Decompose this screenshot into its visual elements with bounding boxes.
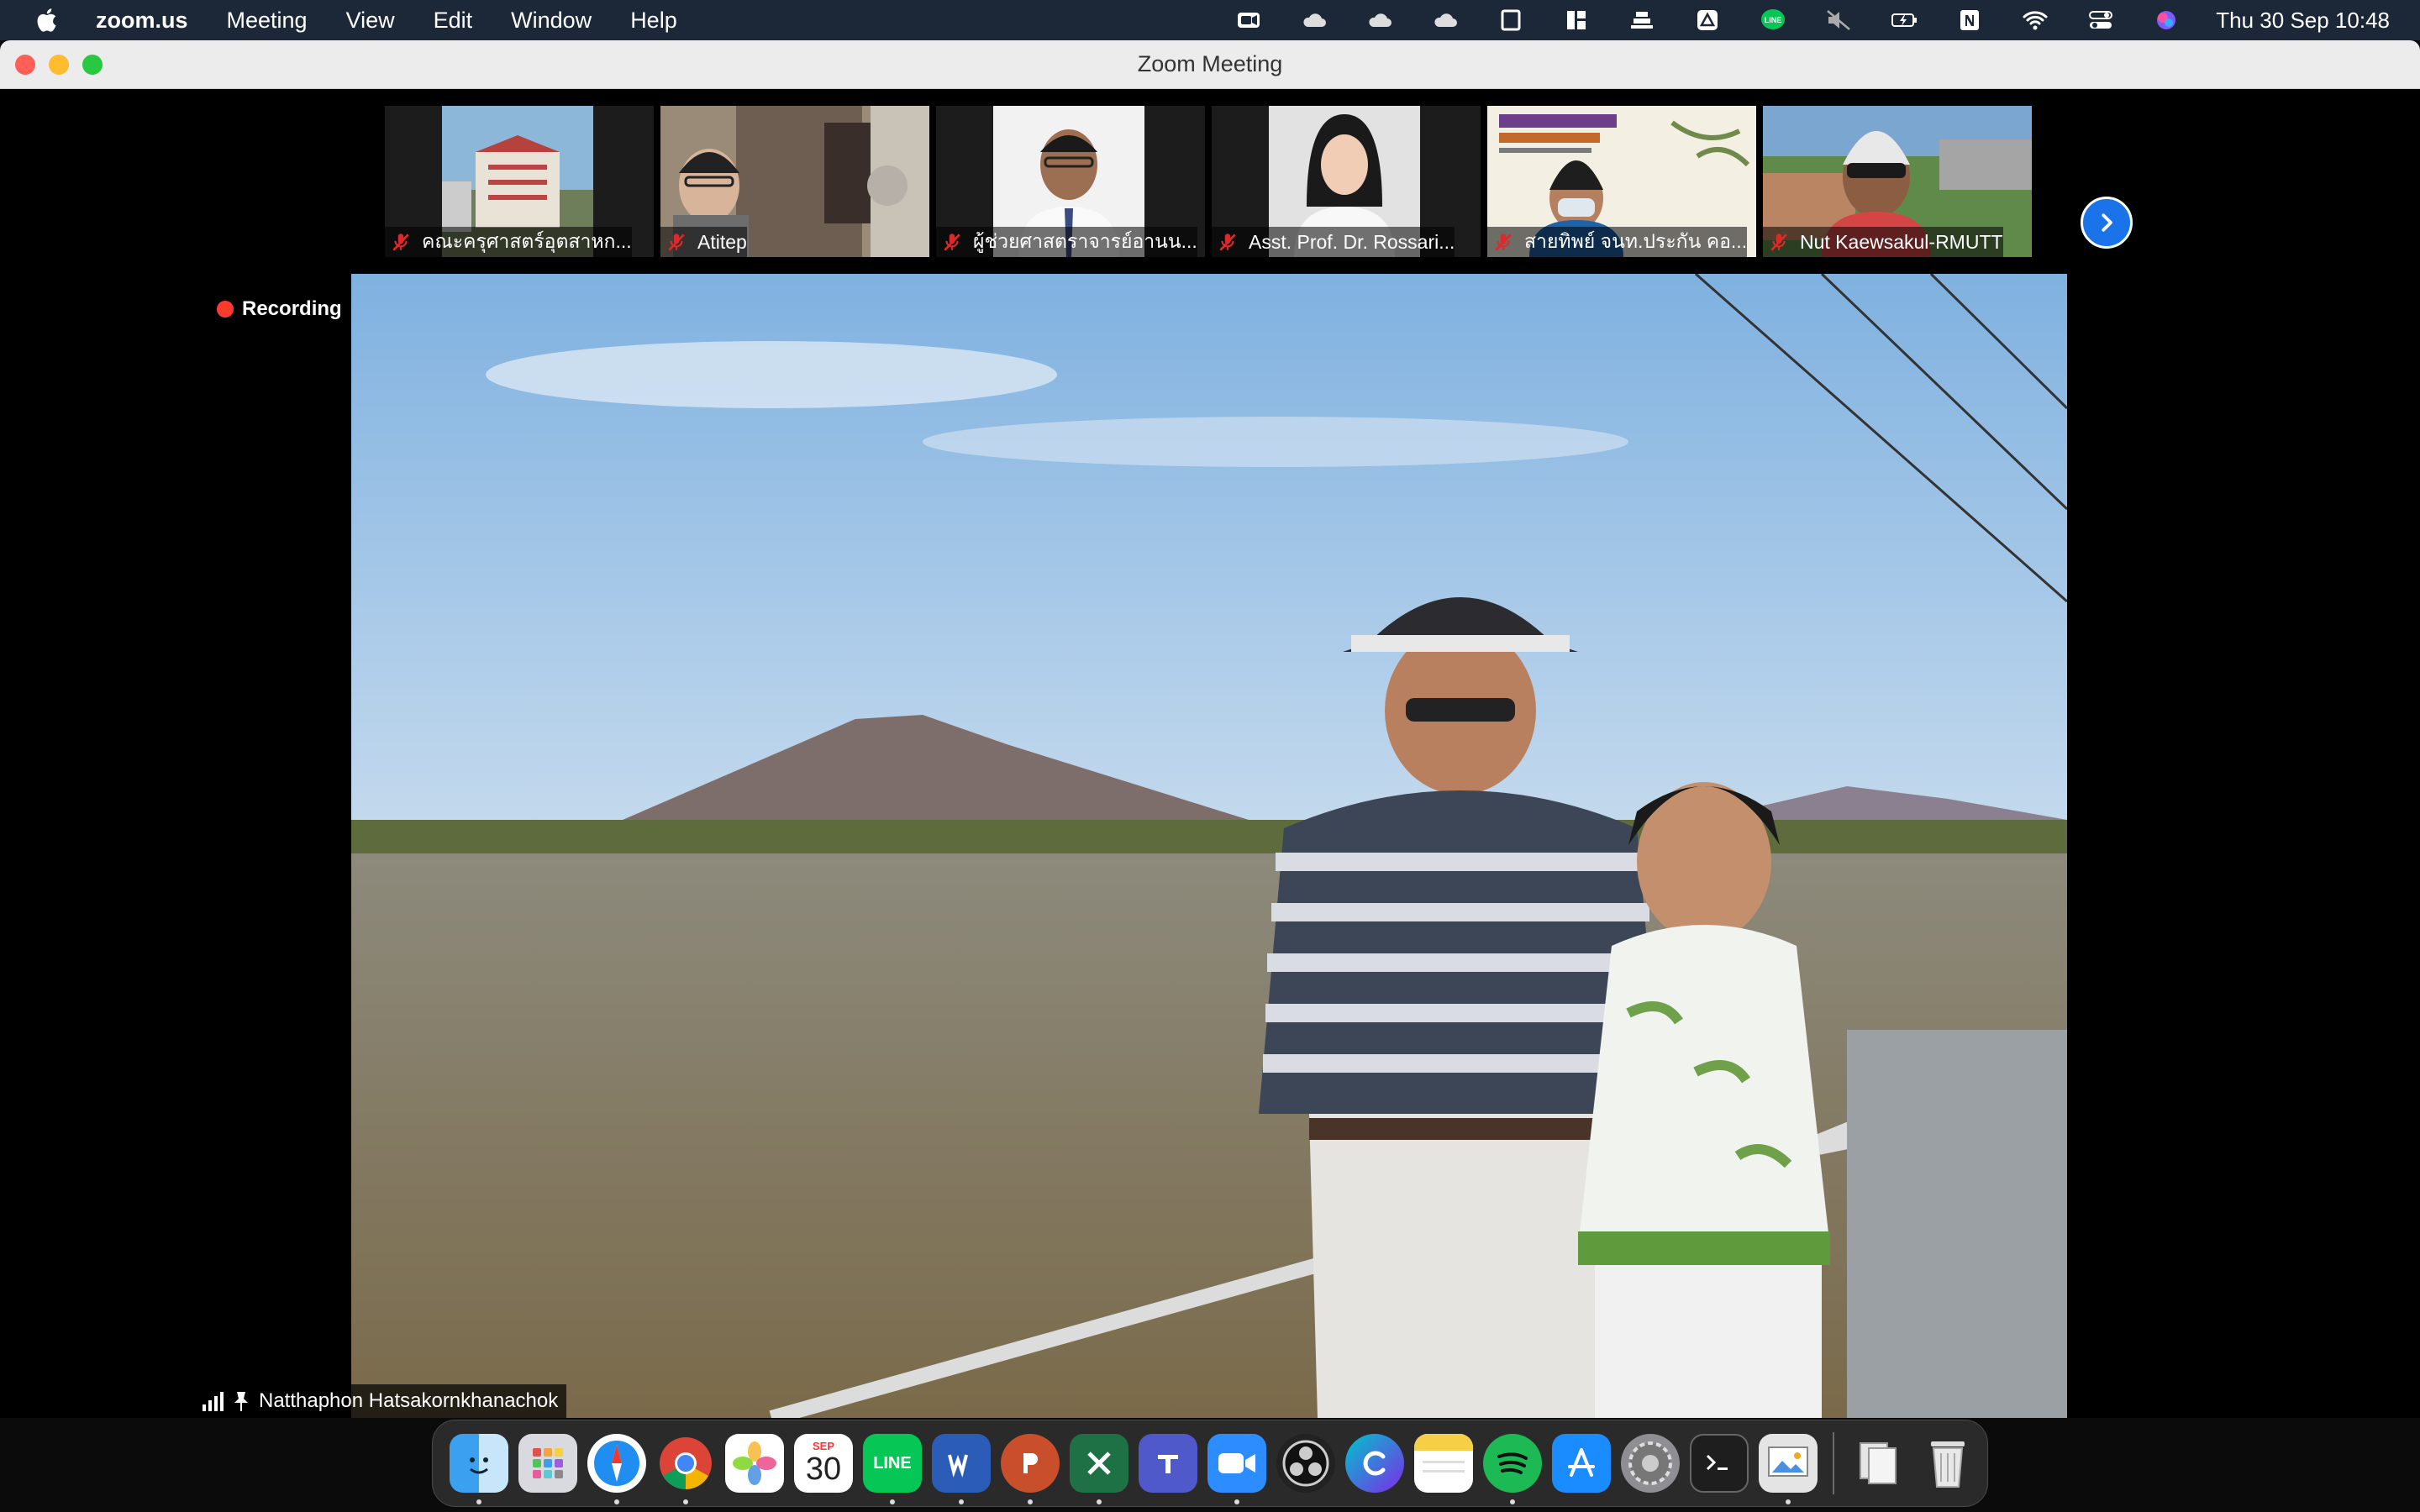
- muted-mic-icon: [944, 234, 960, 251]
- maximize-window-button[interactable]: [82, 55, 103, 75]
- chrome-icon[interactable]: [656, 1434, 715, 1504]
- menu-app-name[interactable]: zoom.us: [96, 8, 188, 34]
- zoom-status-icon[interactable]: [1233, 8, 1265, 33]
- muted-mic-icon: [668, 234, 685, 251]
- pin-icon: [234, 1392, 248, 1411]
- photos-icon[interactable]: [725, 1434, 784, 1493]
- excel-icon[interactable]: [1070, 1434, 1128, 1504]
- recording-label: Recording: [242, 297, 342, 320]
- teams-icon[interactable]: [1139, 1434, 1197, 1493]
- documents-stack-icon[interactable]: [1849, 1434, 1908, 1493]
- active-speaker-stage: Recording Natthaphon Hatsakornkhanachok: [193, 274, 2225, 1418]
- participant-name: ผู้ช่วยศาสตราจารย์อานน...: [973, 230, 1197, 252]
- chevron-right-icon: [2102, 213, 2112, 232]
- canva-icon[interactable]: [1345, 1434, 1404, 1493]
- launchpad-icon[interactable]: [518, 1434, 577, 1493]
- siri-icon[interactable]: [2150, 8, 2182, 33]
- participant-tile[interactable]: คณะครุศาสตร์อุตสาหก...: [385, 106, 654, 257]
- zoom-app-icon[interactable]: [1207, 1434, 1266, 1504]
- wifi-icon[interactable]: [2019, 8, 2051, 33]
- macos-dock: SEP 30 LINE: [432, 1420, 1988, 1507]
- mute-speaker-icon[interactable]: [1823, 8, 1854, 33]
- participant-name-bar: คณะครุศาสตร์อุตสาหก...: [385, 227, 632, 257]
- menu-edit[interactable]: Edit: [434, 8, 473, 34]
- window-titlebar[interactable]: Zoom Meeting: [0, 40, 2420, 89]
- terminal-icon[interactable]: [1690, 1434, 1749, 1493]
- safari-icon[interactable]: [587, 1434, 646, 1504]
- line-app-icon[interactable]: LINE: [863, 1434, 922, 1504]
- spotify-icon[interactable]: [1483, 1434, 1542, 1504]
- control-center-icon[interactable]: [2085, 8, 2117, 33]
- app-store-icon[interactable]: [1552, 1434, 1611, 1493]
- battery-icon[interactable]: [1888, 8, 1920, 33]
- calendar-day: 30: [805, 1452, 842, 1487]
- signal-bars-icon: [203, 1392, 224, 1411]
- recording-dot-icon: [217, 301, 234, 318]
- svg-text:LINE: LINE: [1765, 16, 1782, 24]
- participant-name-bar: สายทิพย์ จนท.ประกัน คอ...: [1487, 227, 1748, 257]
- menu-view[interactable]: View: [346, 8, 395, 34]
- calendar-icon[interactable]: SEP 30: [794, 1434, 853, 1493]
- participant-name: สายทิพย์ จนท.ประกัน คอ...: [1524, 230, 1748, 252]
- active-speaker-video: [351, 274, 2067, 1418]
- menu-meeting[interactable]: Meeting: [227, 8, 308, 34]
- participant-name-bar: Atitep: [660, 227, 747, 257]
- zoom-window: Zoom Meeting คณะครุศาสตร์อุตสาหก... Atit…: [0, 40, 2420, 1418]
- speaker-name-bar: Natthaphon Hatsakornkhanachok: [193, 1384, 567, 1418]
- notes-icon[interactable]: [1414, 1434, 1473, 1493]
- trash-icon[interactable]: [1918, 1434, 1977, 1493]
- participant-name-bar: Asst. Prof. Dr. Rossari...: [1212, 227, 1455, 257]
- menu-window[interactable]: Window: [511, 8, 592, 34]
- participant-tile[interactable]: Asst. Prof. Dr. Rossari...: [1212, 106, 1481, 257]
- muted-mic-icon: [1770, 234, 1787, 251]
- cloud-icon[interactable]: [1298, 8, 1330, 33]
- powerpoint-icon[interactable]: [1001, 1434, 1060, 1504]
- dock-separator: [1833, 1432, 1834, 1494]
- close-window-button[interactable]: [15, 55, 35, 75]
- menu-bar: zoom.us Meeting View Edit Window Help LI…: [0, 0, 2420, 40]
- finder-icon[interactable]: [450, 1434, 508, 1504]
- layout-icon[interactable]: [1560, 8, 1592, 33]
- notion-icon[interactable]: [1954, 8, 1986, 33]
- drive-icon[interactable]: [1691, 8, 1723, 33]
- recording-indicator[interactable]: Recording: [217, 297, 342, 321]
- muted-mic-icon: [1495, 234, 1512, 251]
- participant-name: Atitep: [697, 230, 747, 253]
- menu-help[interactable]: Help: [630, 8, 677, 34]
- window-title: Zoom Meeting: [1137, 51, 1283, 76]
- system-preferences-icon[interactable]: [1621, 1434, 1680, 1493]
- participant-tile[interactable]: Nut Kaewsakul-RMUTT: [1763, 106, 2032, 257]
- menubar-clock[interactable]: Thu 30 Sep 10:48: [2216, 8, 2390, 34]
- participant-name: คณะครุศาสตร์อุตสาหก...: [422, 230, 632, 252]
- speaker-name: Natthaphon Hatsakornkhanachok: [259, 1389, 559, 1412]
- apple-icon[interactable]: [34, 6, 62, 34]
- stack-icon[interactable]: [1626, 8, 1658, 33]
- cloud-icon-2[interactable]: [1364, 8, 1396, 33]
- cloud-icon-3[interactable]: [1429, 8, 1461, 33]
- participant-name: Asst. Prof. Dr. Rossari...: [1249, 230, 1455, 253]
- participant-tile[interactable]: สายทิพย์ จนท.ประกัน คอ...: [1487, 106, 1756, 257]
- muted-mic-icon: [392, 234, 409, 251]
- muted-mic-icon: [1219, 234, 1236, 251]
- obs-icon[interactable]: [1276, 1434, 1335, 1493]
- minimize-window-button[interactable]: [49, 55, 69, 75]
- preview-icon[interactable]: [1759, 1434, 1818, 1504]
- participant-name-bar: Nut Kaewsakul-RMUTT: [1763, 227, 2003, 257]
- calendar-month: SEP: [812, 1440, 834, 1452]
- participant-strip: คณะครุศาสตร์อุตสาหก... Atitep ผู้ช่วยศาส…: [385, 106, 2039, 257]
- participant-tile[interactable]: Atitep: [660, 106, 929, 257]
- participant-name: Nut Kaewsakul-RMUTT: [1800, 230, 2003, 253]
- participant-name-bar: ผู้ช่วยศาสตราจารย์อานน...: [936, 227, 1197, 257]
- word-icon[interactable]: [932, 1434, 991, 1504]
- line-app-label: LINE: [873, 1453, 912, 1473]
- participant-tile[interactable]: ผู้ช่วยศาสตราจารย์อานน...: [936, 106, 1205, 257]
- window-icon[interactable]: [1495, 8, 1527, 33]
- next-participants-button[interactable]: [2081, 197, 2133, 249]
- line-status-icon[interactable]: LINE: [1757, 8, 1789, 33]
